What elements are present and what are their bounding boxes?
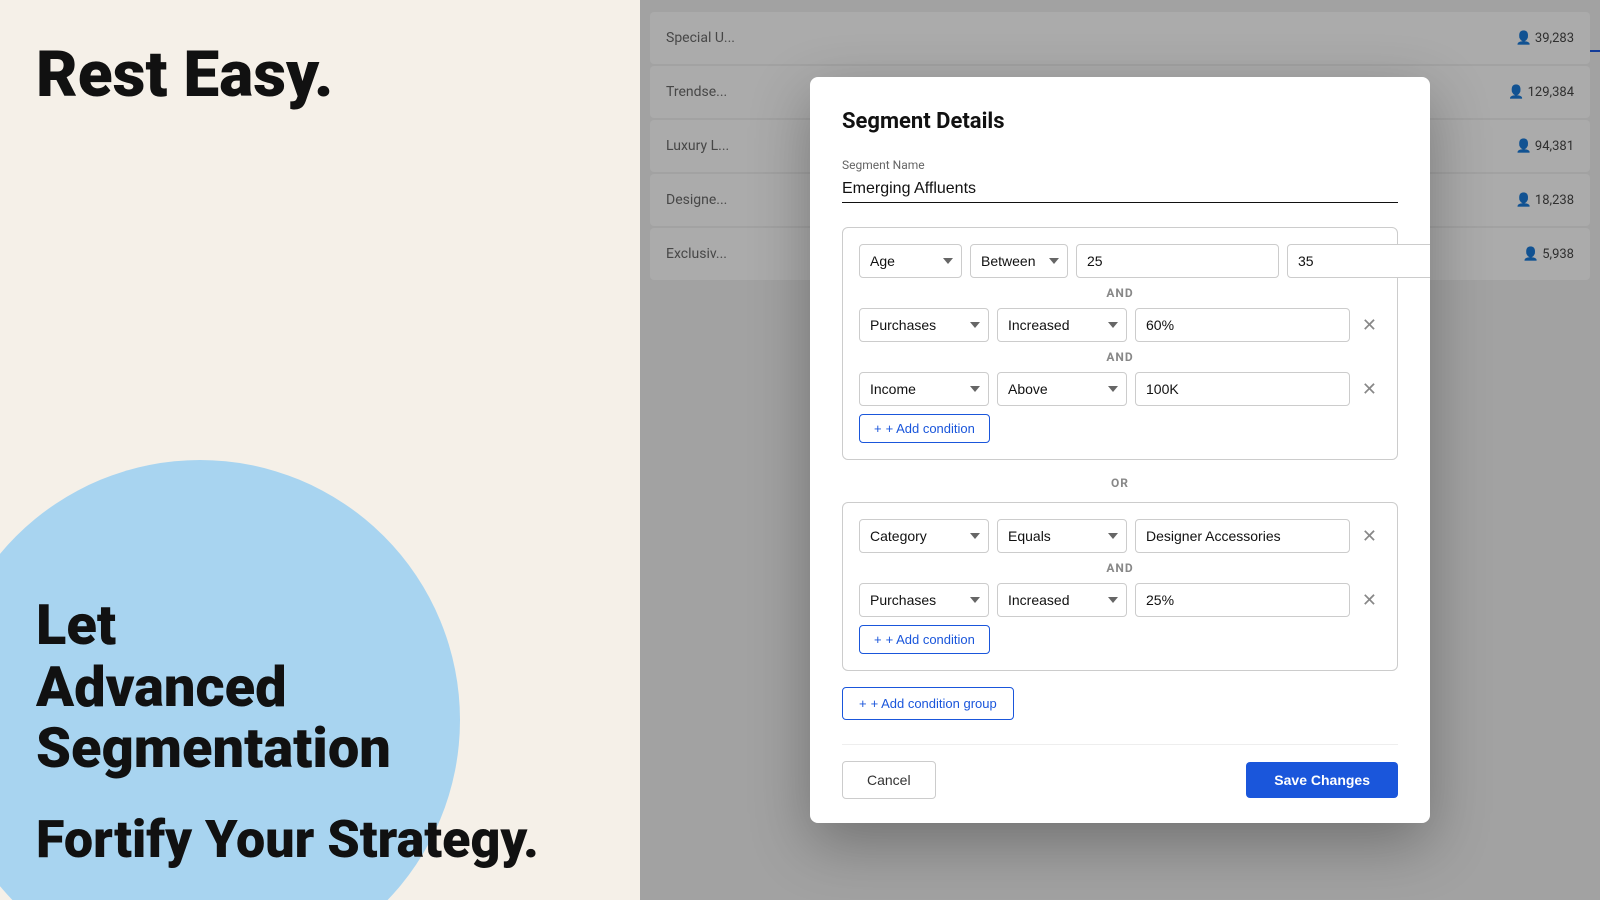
and-label-1: AND [859, 286, 1381, 300]
remove-condition-income[interactable]: ✕ [1358, 380, 1381, 398]
condition-group-2: Category Age Purchases Income Equals Bet… [842, 502, 1398, 671]
condition-row-purchases-2: Purchases Age Income Category Increased … [859, 583, 1381, 617]
segment-details-modal: Segment Details Segment Name Age Purchas… [810, 77, 1430, 823]
field-select-income[interactable]: Income Age Purchases Category [859, 372, 989, 406]
segment-name-input[interactable] [842, 176, 1398, 203]
condition-row-income: Income Age Purchases Category Above Betw… [859, 372, 1381, 406]
operator-select-equals[interactable]: Equals Between Above Below Increased [997, 519, 1127, 553]
condition-row-category: Category Age Purchases Income Equals Bet… [859, 519, 1381, 553]
condition-row-age: Age Purchases Income Category Between Eq… [859, 244, 1381, 278]
value-input-age-min[interactable] [1076, 244, 1279, 278]
field-select-age[interactable]: Age Purchases Income Category [859, 244, 962, 278]
add-condition-label-2: + Add condition [886, 632, 975, 647]
add-condition-group-btn[interactable]: + + Add condition group [842, 687, 1014, 720]
segment-name-field: Segment Name [842, 158, 1398, 203]
strategy-title: Fortify Your Strategy. [36, 809, 539, 870]
operator-select-increased-1[interactable]: Increased Between Equals Above Below [997, 308, 1127, 342]
mid-title: Let Advanced Segmentation [36, 595, 391, 780]
condition-row-purchases-1: Purchases Age Income Category Increased … [859, 308, 1381, 342]
value-input-purchases-1[interactable] [1135, 308, 1350, 342]
bottom-text-area: Let Advanced Segmentation [36, 595, 391, 780]
field-select-category[interactable]: Category Age Purchases Income [859, 519, 989, 553]
modal-footer: Cancel Save Changes [842, 744, 1398, 799]
right-panel: Segments Special U... 👤 39,283 Trendse..… [640, 0, 1600, 900]
modal-title: Segment Details [842, 109, 1398, 134]
hero-title: Rest Easy. [36, 40, 333, 110]
value-input-income[interactable] [1135, 372, 1350, 406]
save-changes-button[interactable]: Save Changes [1246, 762, 1398, 798]
value-input-purchases-2[interactable] [1135, 583, 1350, 617]
and-label-2: AND [859, 350, 1381, 364]
field-select-purchases-1[interactable]: Purchases Age Income Category [859, 308, 989, 342]
modal-overlay: Segment Details Segment Name Age Purchas… [640, 0, 1600, 900]
add-condition-btn-1[interactable]: + + Add condition [859, 414, 990, 443]
plus-icon-1: + [874, 421, 882, 436]
operator-select-between[interactable]: Between Equals Above Below Increased [970, 244, 1068, 278]
remove-condition-purchases-1[interactable]: ✕ [1358, 316, 1381, 334]
left-panel: Rest Easy. Let Advanced Segmentation For… [0, 0, 640, 900]
plus-icon-group: + [859, 696, 867, 711]
remove-condition-category[interactable]: ✕ [1358, 527, 1381, 545]
field-select-purchases-2[interactable]: Purchases Age Income Category [859, 583, 989, 617]
strategy-text-area: Fortify Your Strategy. [36, 809, 539, 870]
hero-text-area: Rest Easy. [36, 40, 333, 110]
add-condition-btn-2[interactable]: + + Add condition [859, 625, 990, 654]
cancel-button[interactable]: Cancel [842, 761, 936, 799]
segment-name-label: Segment Name [842, 158, 1398, 172]
add-condition-label-1: + Add condition [886, 421, 975, 436]
remove-condition-purchases-2[interactable]: ✕ [1358, 591, 1381, 609]
operator-select-above[interactable]: Above Between Equals Below Increased [997, 372, 1127, 406]
or-divider: OR [842, 476, 1398, 490]
condition-group-1: Age Purchases Income Category Between Eq… [842, 227, 1398, 460]
value-input-age-max[interactable] [1287, 244, 1430, 278]
plus-icon-2: + [874, 632, 882, 647]
and-label-3: AND [859, 561, 1381, 575]
add-group-label: + Add condition group [871, 696, 997, 711]
value-input-category[interactable] [1135, 519, 1350, 553]
operator-select-increased-2[interactable]: Increased Between Equals Above Below [997, 583, 1127, 617]
